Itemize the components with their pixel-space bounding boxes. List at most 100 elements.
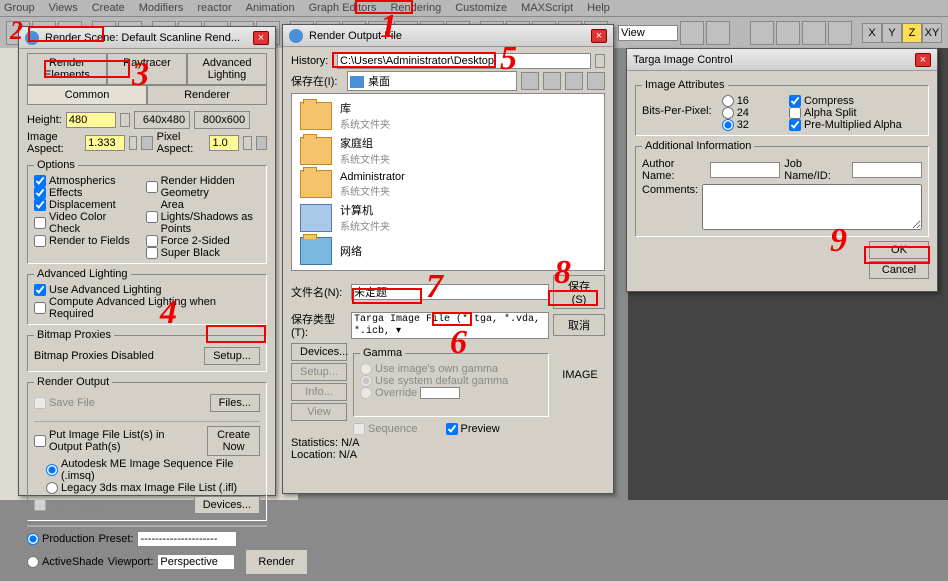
axis-y[interactable]: Y	[882, 23, 902, 43]
files-button[interactable]: Files...	[210, 394, 260, 412]
cb-super-black[interactable]: Super Black	[146, 247, 260, 259]
cb-sequence[interactable]: Sequence	[353, 423, 418, 435]
tab-raytracer[interactable]: Raytracer	[107, 53, 187, 84]
menu-reactor[interactable]: reactor	[197, 2, 231, 14]
toolbar-button[interactable]	[750, 21, 774, 45]
author-input[interactable]	[710, 162, 780, 178]
up-icon[interactable]	[543, 72, 561, 90]
cb-hidden-geo[interactable]: Render Hidden Geometry	[146, 175, 260, 199]
axis-selector[interactable]: X Y Z XY	[862, 23, 942, 43]
cb-effects[interactable]: Effects	[34, 187, 140, 199]
back-icon[interactable]	[521, 72, 539, 90]
stats-label: Statistics: N/A	[291, 437, 605, 449]
toolbar-button[interactable]	[706, 21, 730, 45]
render-scene-titlebar[interactable]: Render Scene: Default Scanline Rend... ×	[19, 27, 275, 49]
toolbar-button[interactable]	[776, 21, 800, 45]
render-button[interactable]: Render	[245, 549, 307, 575]
history-input[interactable]	[337, 53, 591, 69]
rb-16[interactable]: 16	[722, 95, 749, 107]
img-aspect-input[interactable]	[85, 135, 125, 151]
height-spinner[interactable]	[120, 113, 130, 127]
menu-views[interactable]: Views	[49, 2, 78, 14]
newfolder-icon[interactable]	[565, 72, 583, 90]
viewport-dropdown[interactable]: Perspective	[157, 554, 235, 570]
rb-32[interactable]: 32	[722, 119, 749, 131]
cb-atmospherics[interactable]: Atmospherics	[34, 175, 140, 187]
history-dropdown-icon[interactable]	[595, 54, 605, 68]
ok-button[interactable]: OK	[869, 241, 929, 259]
view-dropdown[interactable]: View	[618, 25, 678, 41]
axis-x[interactable]: X	[862, 23, 882, 43]
cb-compress[interactable]: Compress	[789, 95, 902, 107]
tab-renderer[interactable]: Renderer	[147, 85, 267, 104]
axis-xy-icon[interactable]: XY	[922, 23, 942, 43]
cb-compute-adv[interactable]: Compute Advanced Lighting when Required	[34, 296, 260, 320]
filename-input[interactable]	[351, 284, 549, 300]
preset-dropdown[interactable]: ---------------------	[137, 531, 237, 547]
rb-activeshade[interactable]: ActiveShade	[27, 556, 104, 568]
create-now-button[interactable]: Create Now	[207, 426, 260, 456]
devices-button[interactable]: Devices...	[291, 343, 347, 361]
cb-render-fields[interactable]: Render to Fields	[34, 235, 140, 247]
height-label: Height:	[27, 114, 62, 126]
toolbar-button[interactable]	[680, 21, 704, 45]
rb-24[interactable]: 24	[722, 107, 749, 119]
file-list[interactable]: 库系统文件夹 家庭组系统文件夹 Administrator系统文件夹 计算机系统…	[291, 93, 605, 271]
menu-group[interactable]: Group	[4, 2, 35, 14]
filetype-dropdown[interactable]: Targa Image File (*.tga, *.vda, *.icb, ▾	[351, 312, 549, 339]
list-item: Administrator系统文件夹	[296, 168, 600, 200]
cb-displacement[interactable]: Displacement	[34, 199, 140, 211]
file-dialog-titlebar[interactable]: Render Output File ×	[283, 25, 613, 47]
cancel-button[interactable]: 取消	[553, 314, 605, 336]
comments-input[interactable]	[702, 184, 922, 230]
img-aspect-spinner[interactable]	[129, 136, 137, 150]
cb-area-lights[interactable]: Area Lights/Shadows as Points	[146, 199, 260, 235]
cb-save-file[interactable]: Save File	[34, 397, 95, 409]
pix-aspect-input[interactable]	[209, 135, 239, 151]
menu-help[interactable]: Help	[587, 2, 610, 14]
pix-aspect-spinner[interactable]	[243, 136, 251, 150]
menu-maxscript[interactable]: MAXScript	[521, 2, 573, 14]
targa-titlebar[interactable]: Targa Image Control ×	[627, 49, 937, 71]
rb-production[interactable]: Production	[27, 533, 95, 545]
tab-render-elements[interactable]: Render Elements	[27, 53, 107, 84]
savein-dropdown[interactable]: 桌面	[347, 71, 517, 91]
cancel-button[interactable]: Cancel	[869, 261, 929, 279]
cb-use-device[interactable]: Use Device	[34, 499, 105, 511]
cb-video-color[interactable]: Video Color Check	[34, 211, 140, 235]
cb-premul[interactable]: Pre-Multiplied Alpha	[789, 119, 902, 131]
lock-icon[interactable]	[141, 136, 152, 150]
axis-z[interactable]: Z	[902, 23, 922, 43]
devices-button[interactable]: Devices...	[194, 496, 260, 514]
job-input[interactable]	[852, 162, 922, 178]
rb-autodesk[interactable]: Autodesk ME Image Sequence File (.imsq)	[46, 458, 260, 482]
close-icon[interactable]: ×	[253, 31, 269, 45]
menu-animation[interactable]: Animation	[246, 2, 295, 14]
cb-force2[interactable]: Force 2-Sided	[146, 235, 260, 247]
close-icon[interactable]: ×	[591, 29, 607, 43]
menu-graph-editors[interactable]: Graph Editors	[309, 2, 377, 14]
cb-put-img[interactable]: Put Image File List(s) in Output Path(s)	[34, 429, 199, 453]
menu-create[interactable]: Create	[92, 2, 125, 14]
preset-640x480[interactable]: 640x480	[134, 111, 190, 129]
lock-icon[interactable]	[239, 555, 241, 569]
options-legend: Options	[34, 159, 78, 171]
menu-customize[interactable]: Customize	[455, 2, 507, 14]
rb-legacy[interactable]: Legacy 3ds max Image File List (.ifl)	[46, 482, 260, 494]
height-input[interactable]	[66, 112, 116, 128]
tab-advanced-lighting[interactable]: Advanced Lighting	[187, 53, 267, 84]
menu-rendering[interactable]: Rendering	[390, 2, 441, 14]
cb-use-adv[interactable]: Use Advanced Lighting	[34, 284, 260, 296]
proxies-setup-button[interactable]: Setup...	[204, 347, 260, 365]
toolbar-button[interactable]	[828, 21, 852, 45]
menu-modifiers[interactable]: Modifiers	[139, 2, 184, 14]
cb-alpha-split[interactable]: Alpha Split	[789, 107, 902, 119]
close-icon[interactable]: ×	[915, 53, 931, 67]
lock-icon[interactable]	[256, 136, 267, 150]
cb-preview[interactable]: Preview	[446, 423, 500, 435]
viewmode-icon[interactable]	[587, 72, 605, 90]
save-button[interactable]: 保存(S)	[553, 275, 605, 309]
preset-800x600[interactable]: 800x600	[194, 111, 250, 129]
tab-common[interactable]: Common	[27, 85, 147, 104]
toolbar-button[interactable]	[802, 21, 826, 45]
